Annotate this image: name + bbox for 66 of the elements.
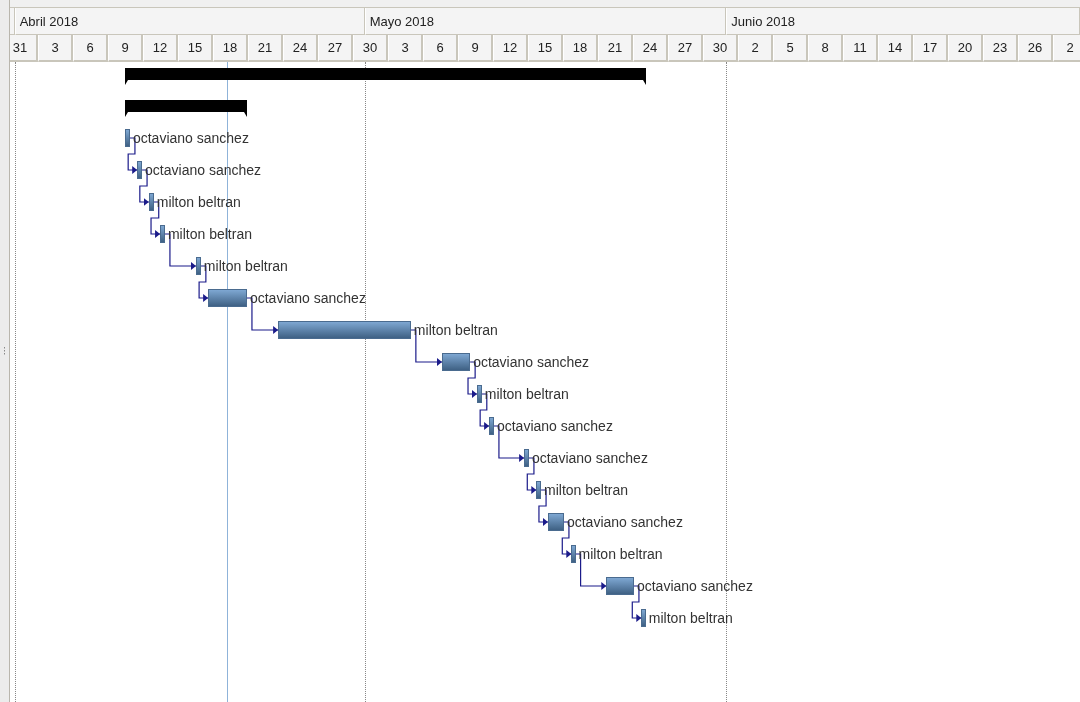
day-header: 11: [843, 35, 878, 62]
resource-label: octaviano sanchez: [249, 289, 366, 307]
summary-bar[interactable]: [125, 100, 247, 117]
task-bar[interactable]: [571, 545, 577, 563]
splitter-handle[interactable]: [0, 0, 10, 702]
day-header: 18: [213, 35, 248, 62]
day-header: 30: [353, 35, 388, 62]
resource-label: octaviano sanchez: [132, 129, 249, 147]
task-bar[interactable]: [442, 353, 471, 371]
month-header: Abril 2018: [14, 8, 365, 35]
resource-label: octaviano sanchez: [636, 577, 753, 595]
day-header: 30: [703, 35, 738, 62]
day-header: 26: [1018, 35, 1053, 62]
resource-label: milton beltran: [544, 481, 629, 499]
day-header: 24: [283, 35, 318, 62]
day-header: 2: [1053, 35, 1080, 62]
day-header: 9: [108, 35, 143, 62]
task-bar[interactable]: [125, 129, 131, 147]
day-header: 20: [948, 35, 983, 62]
grip-icon: [3, 346, 6, 356]
resource-label: milton beltran: [413, 321, 498, 339]
day-header: 6: [423, 35, 458, 62]
resource-label: milton beltran: [578, 545, 663, 563]
day-header: 15: [528, 35, 563, 62]
resource-label: octaviano sanchez: [145, 161, 262, 179]
day-header: 18: [563, 35, 598, 62]
day-header: 21: [598, 35, 633, 62]
day-header: 12: [493, 35, 528, 62]
day-header: 17: [913, 35, 948, 62]
resource-label: milton beltran: [156, 193, 241, 211]
task-bar[interactable]: [148, 193, 154, 211]
day-header: 24: [633, 35, 668, 62]
summary-bar[interactable]: [125, 68, 646, 85]
day-header: 2: [738, 35, 773, 62]
task-bar[interactable]: [641, 609, 647, 627]
task-bar[interactable]: [489, 417, 495, 435]
day-header: 3: [38, 35, 73, 62]
day-header: 27: [668, 35, 703, 62]
resource-label: octaviano sanchez: [566, 513, 683, 531]
task-bar[interactable]: [137, 161, 143, 179]
resource-label: milton beltran: [648, 609, 733, 627]
day-header: 9: [458, 35, 493, 62]
day-header: 3: [388, 35, 423, 62]
resource-label: octaviano sanchez: [473, 353, 590, 371]
task-bar[interactable]: [524, 449, 530, 467]
resource-label: octaviano sanchez: [496, 417, 613, 435]
task-bar[interactable]: [536, 481, 542, 499]
day-header: 31: [10, 35, 38, 62]
day-header: 27: [318, 35, 353, 62]
task-bar[interactable]: [160, 225, 166, 243]
resource-label: milton beltran: [484, 385, 569, 403]
day-header: 12: [143, 35, 178, 62]
day-header: 5: [773, 35, 808, 62]
day-header: 23: [983, 35, 1018, 62]
task-bar[interactable]: [195, 257, 201, 275]
month-header: Junio 2018: [726, 8, 1080, 35]
resource-label: octaviano sanchez: [531, 449, 648, 467]
day-header: 21: [248, 35, 283, 62]
resource-label: milton beltran: [203, 257, 288, 275]
day-header: 8: [808, 35, 843, 62]
resource-label: milton beltran: [167, 225, 252, 243]
day-header: 14: [878, 35, 913, 62]
day-header: 6: [73, 35, 108, 62]
task-bar[interactable]: [547, 513, 564, 531]
day-header: 15: [178, 35, 213, 62]
month-header: Mayo 2018: [364, 8, 727, 35]
